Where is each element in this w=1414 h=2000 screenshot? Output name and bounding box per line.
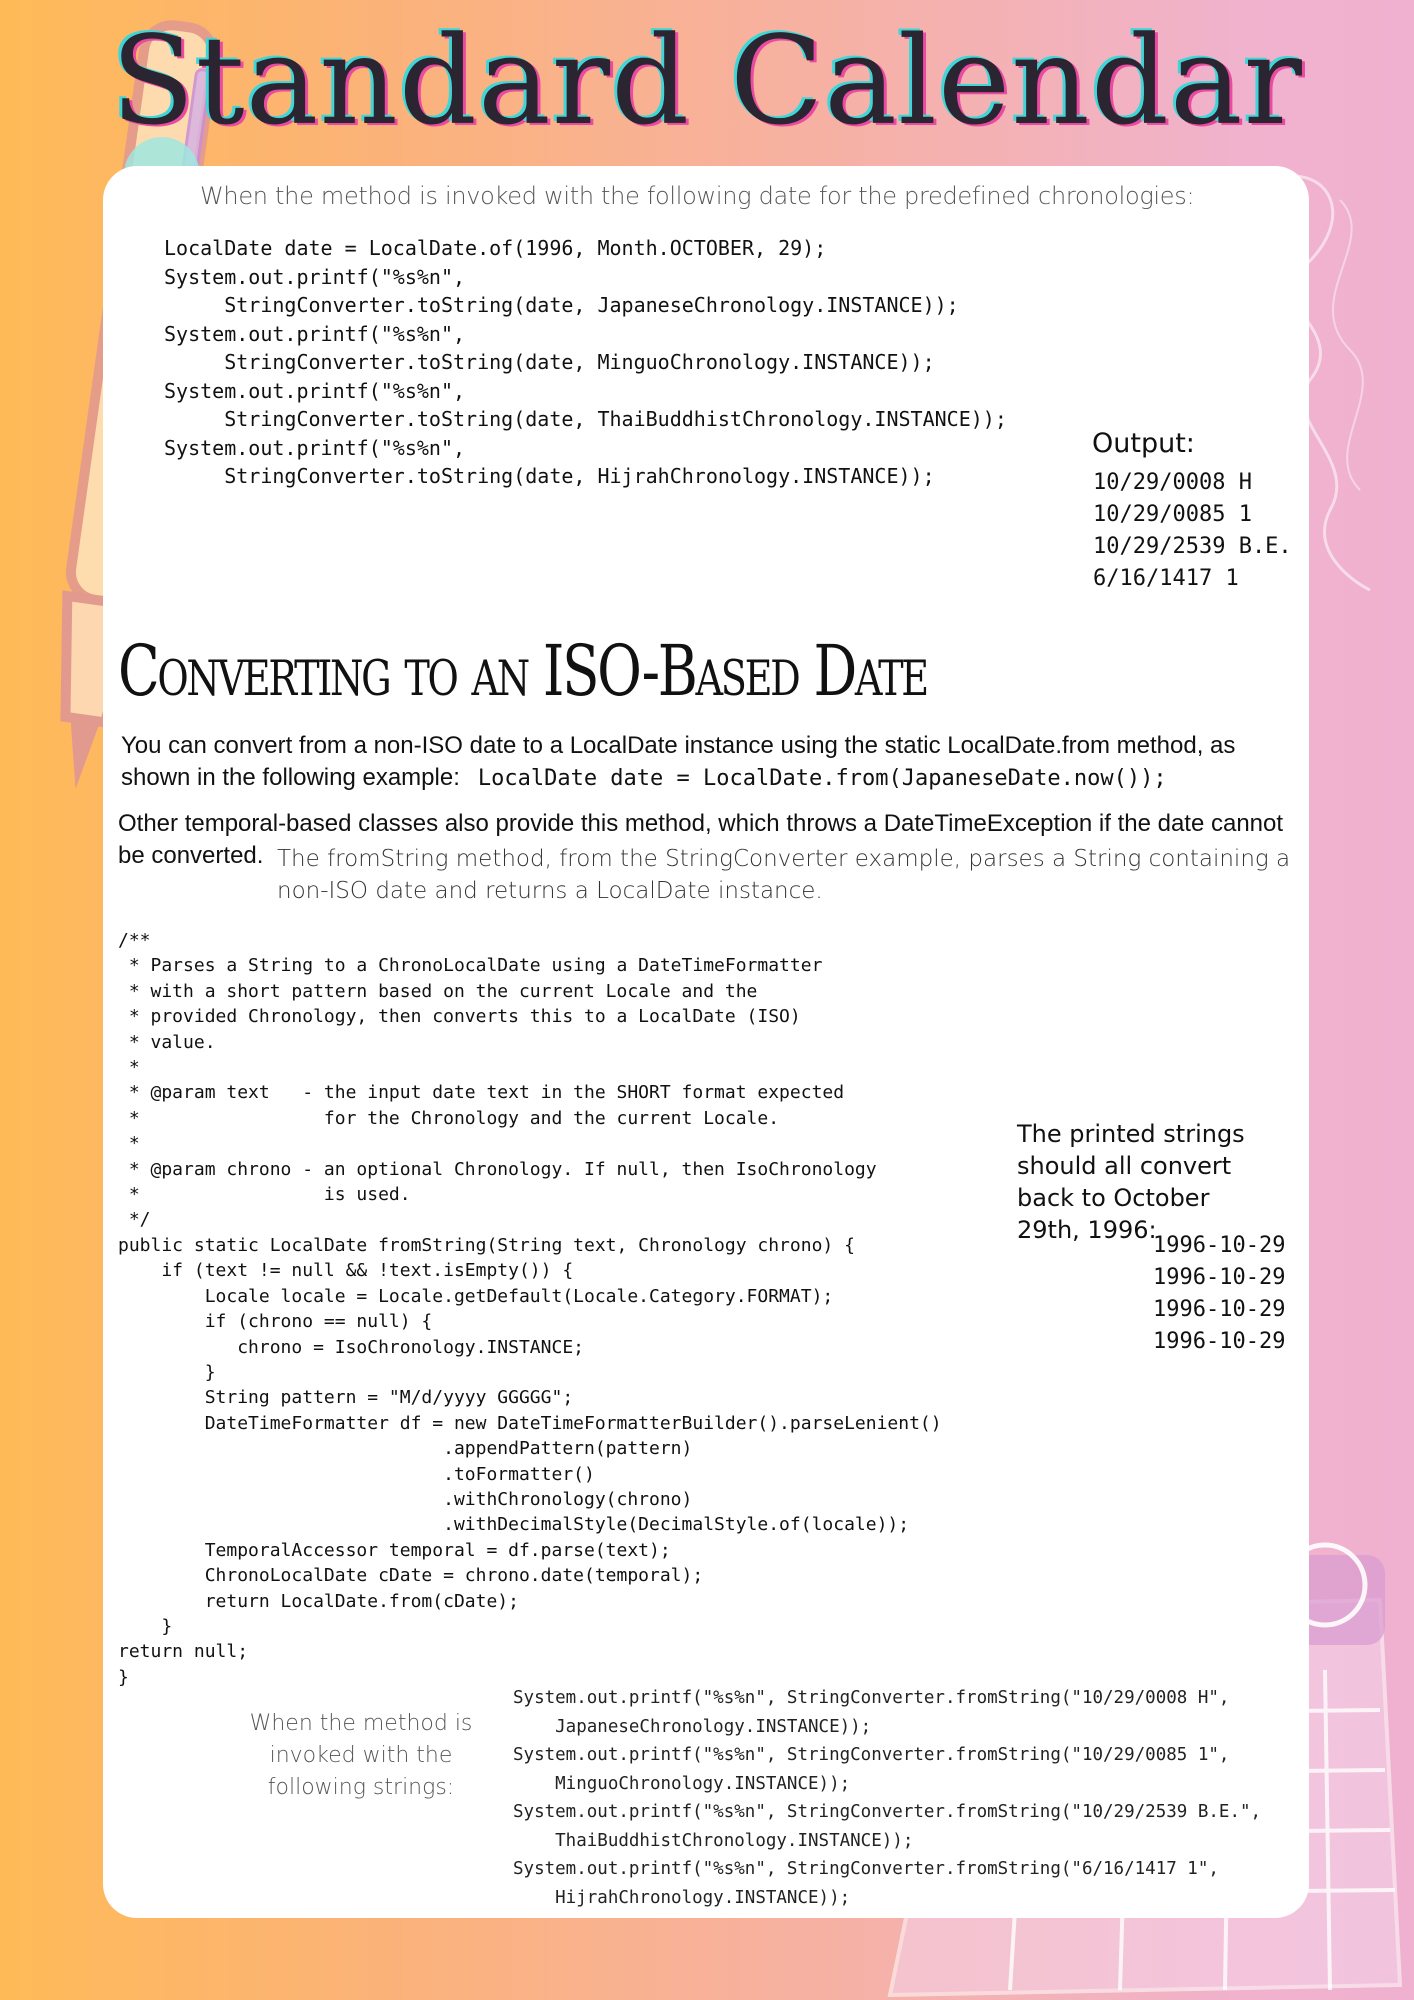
inline-code-example: LocalDate date = LocalDate.from(Japanese… [477, 766, 1167, 791]
paragraph-fromstring: The fromString method, from the StringCo… [277, 846, 1291, 904]
page-title: Standard Calendar [111, 10, 1303, 152]
output-label: Output: [1092, 428, 1195, 459]
result-note: The printed strings should all convert b… [1017, 1120, 1245, 1244]
code-block-fromstring-method: /** * Parses a String to a ChronoLocalDa… [118, 930, 942, 1688]
code-block-tostring: LocalDate date = LocalDate.of(1996, Mont… [164, 236, 1007, 488]
invoke-note: When the method is invoked with the foll… [249, 1711, 473, 1800]
paragraph-convert: You can convert from a non-ISO date to a… [121, 730, 1281, 795]
result-values: 1996-10-29 1996-10-29 1996-10-29 1996-10… [1153, 1233, 1286, 1354]
code-block-fromstring-calls: System.out.printf("%s%n", StringConverte… [513, 1688, 1262, 1908]
intro-sentence: When the method is invoked with the foll… [200, 182, 1195, 210]
section-heading: Converting to an ISO-Based Date [118, 630, 929, 712]
output-values: 10/29/0008 H 10/29/0085 1 10/29/2539 B.E… [1093, 470, 1292, 591]
